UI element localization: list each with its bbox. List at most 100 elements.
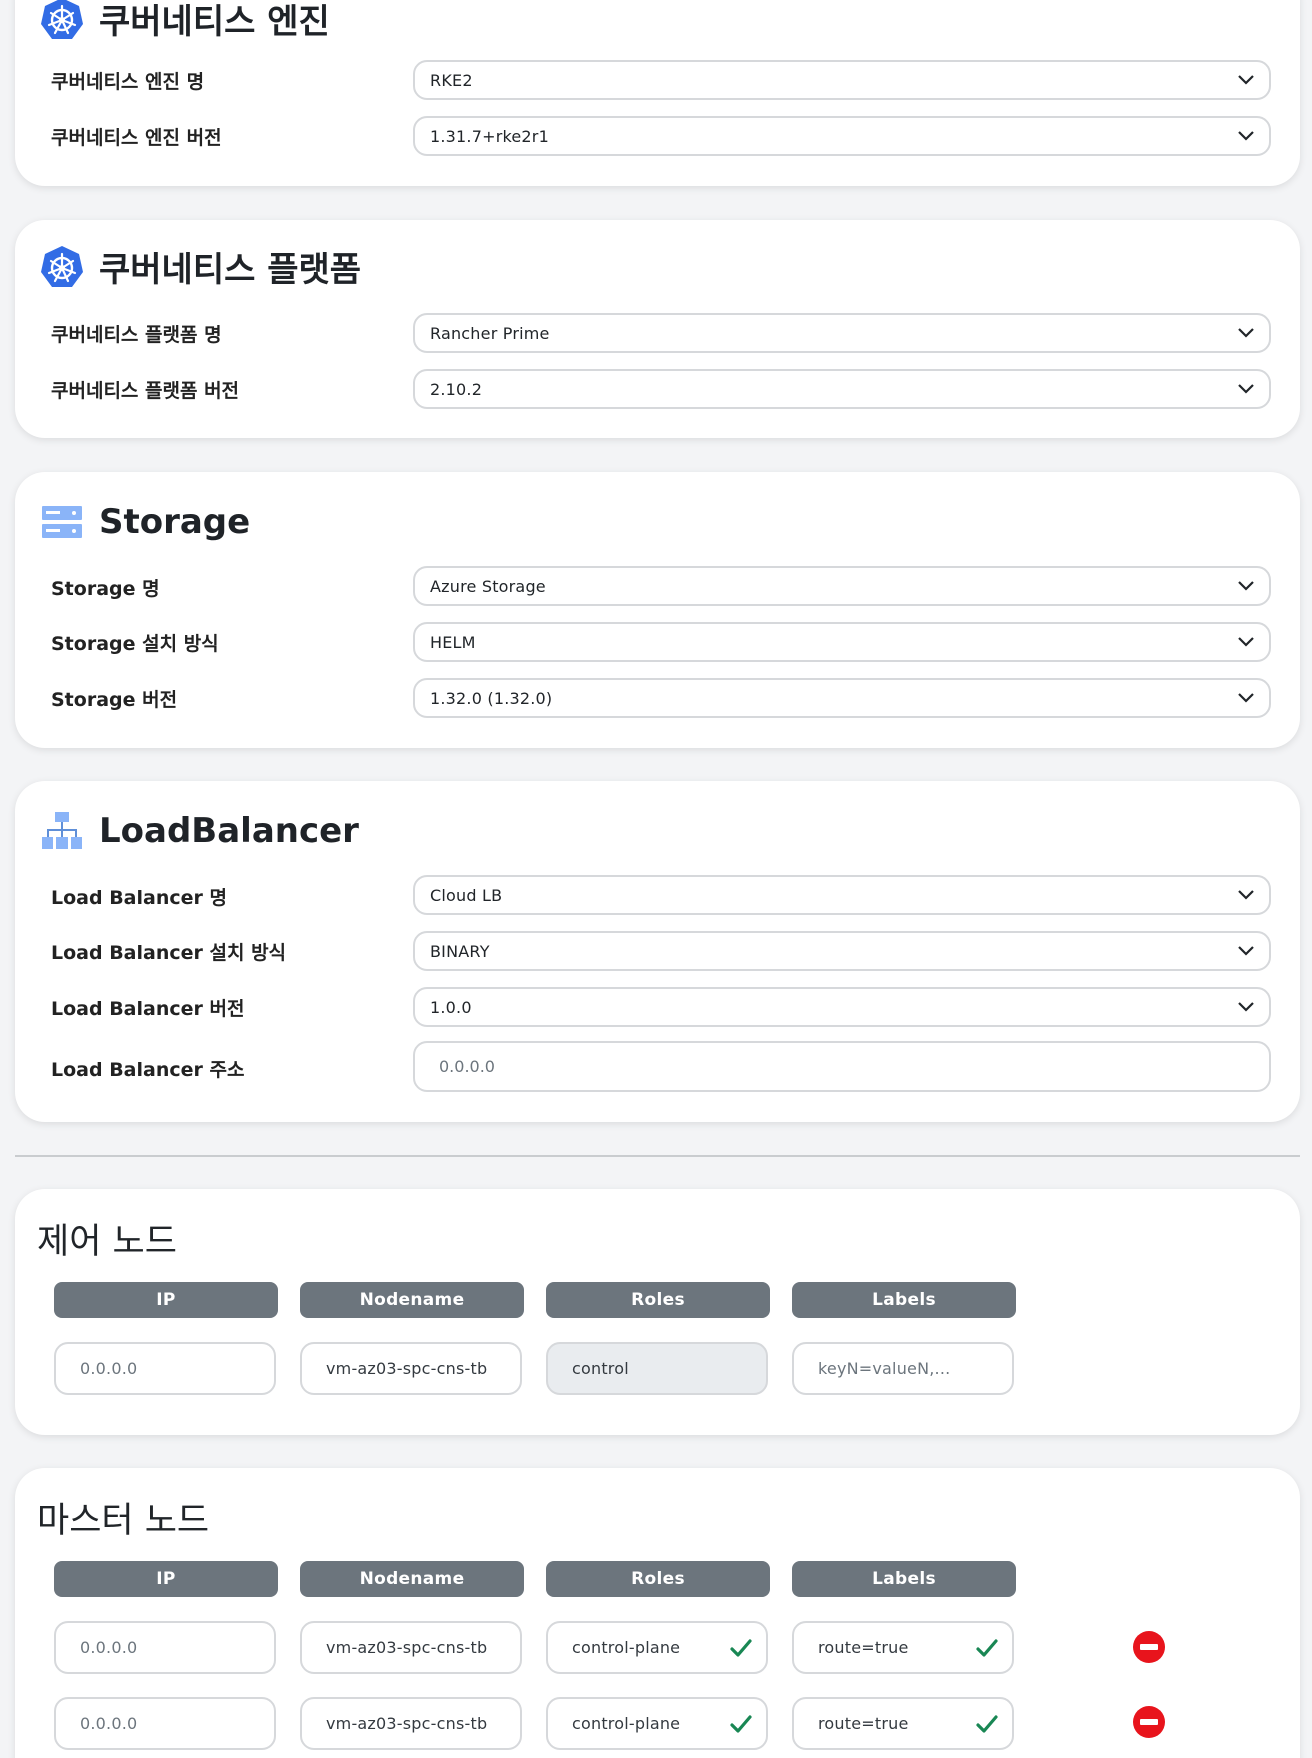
master-node-labels-input[interactable]: route=true [792, 1697, 1014, 1750]
column-header-nodename: Nodename [300, 1282, 524, 1318]
column-header-labels: Labels [792, 1282, 1016, 1318]
lb-name-label: Load Balancer 명 [51, 887, 227, 909]
kube-platform-version-select[interactable]: 2.10.2 [413, 369, 1271, 409]
master-node-nodename-value: vm-az03-spc-cns-tb [326, 1714, 488, 1733]
control-node-roles-value: control [572, 1359, 629, 1378]
storage-server-icon [38, 498, 86, 546]
chevron-down-icon [1238, 890, 1254, 900]
storage-version-label: Storage 버전 [51, 689, 178, 711]
kube-engine-name-label: 쿠버네티스 엔진 명 [51, 71, 205, 93]
master-node-nodename-input[interactable]: vm-az03-spc-cns-tb [300, 1621, 522, 1674]
master-node-roles-value: control-plane [572, 1638, 681, 1657]
chevron-down-icon [1238, 75, 1254, 85]
master-node-ip-input[interactable]: 0.0.0.0 [54, 1697, 276, 1750]
lb-version-label: Load Balancer 버전 [51, 998, 245, 1020]
lb-name-select[interactable]: Cloud LB [413, 875, 1271, 915]
kube-platform-name-value: Rancher Prime [430, 323, 550, 343]
load-balancer-header: LoadBalancer [38, 807, 359, 855]
kube-engine-header: 쿠버네티스 엔진 [38, 0, 330, 43]
storage-name-label: Storage 명 [51, 578, 160, 600]
kube-engine-name-value: RKE2 [430, 70, 473, 90]
storage-title: Storage [99, 502, 251, 542]
kube-engine-title: 쿠버네티스 엔진 [99, 2, 330, 42]
control-nodes-card: 제어 노드 IP Nodename Roles Labels 0.0.0.0 v… [15, 1189, 1300, 1435]
master-node-labels-value: route=true [818, 1714, 909, 1733]
kube-platform-header: 쿠버네티스 플랫폼 [38, 242, 361, 291]
remove-row-button[interactable] [1133, 1706, 1165, 1738]
column-header-roles: Roles [546, 1561, 770, 1597]
kube-platform-name-label: 쿠버네티스 플랫폼 명 [51, 324, 222, 346]
checkmark-icon [976, 1639, 998, 1657]
chevron-down-icon [1238, 131, 1254, 141]
master-node-roles-value: control-plane [572, 1714, 681, 1733]
kube-platform-name-select[interactable]: Rancher Prime [413, 313, 1271, 353]
storage-name-select[interactable]: Azure Storage [413, 566, 1271, 606]
storage-name-value: Azure Storage [430, 576, 546, 596]
master-node-labels-value: route=true [818, 1638, 909, 1657]
column-header-ip: IP [54, 1561, 278, 1597]
control-node-labels-placeholder: keyN=valueN,... [818, 1359, 951, 1378]
chevron-down-icon [1238, 693, 1254, 703]
storage-version-value: 1.32.0 (1.32.0) [430, 688, 553, 708]
master-node-nodename-value: vm-az03-spc-cns-tb [326, 1638, 488, 1657]
master-nodes-card: 마스터 노드 IP Nodename Roles Labels 0.0.0.0 … [15, 1468, 1300, 1758]
network-hierarchy-icon [38, 807, 86, 855]
master-nodes-title: 마스터 노드 [37, 1501, 210, 1541]
remove-row-button[interactable] [1133, 1631, 1165, 1663]
control-node-ip-placeholder: 0.0.0.0 [80, 1359, 138, 1378]
chevron-down-icon [1238, 637, 1254, 647]
storage-header: Storage [38, 498, 250, 546]
storage-install-label: Storage 설치 방식 [51, 633, 219, 655]
chevron-down-icon [1238, 581, 1254, 591]
lb-install-select[interactable]: BINARY [413, 931, 1271, 971]
lb-version-select[interactable]: 1.0.0 [413, 987, 1271, 1027]
master-node-ip-placeholder: 0.0.0.0 [80, 1638, 138, 1657]
control-nodes-title: 제어 노드 [37, 1222, 177, 1262]
control-node-ip-input[interactable]: 0.0.0.0 [54, 1342, 276, 1395]
master-node-labels-input[interactable]: route=true [792, 1621, 1014, 1674]
kube-platform-card: 쿠버네티스 플랫폼 쿠버네티스 플랫폼 명 Rancher Prime 쿠버네티… [15, 220, 1300, 438]
storage-install-value: HELM [430, 632, 476, 652]
kube-platform-version-value: 2.10.2 [430, 379, 483, 399]
lb-name-value: Cloud LB [430, 885, 503, 905]
kube-platform-version-label: 쿠버네티스 플랫폼 버전 [51, 380, 240, 402]
kube-platform-title: 쿠버네티스 플랫폼 [99, 250, 362, 290]
kube-engine-card: 쿠버네티스 엔진 쿠버네티스 엔진 명 RKE2 쿠버네티스 엔진 버전 1.3… [15, 0, 1300, 186]
kube-engine-name-select[interactable]: RKE2 [413, 60, 1271, 100]
kube-engine-version-select[interactable]: 1.31.7+rke2r1 [413, 116, 1271, 156]
column-header-ip: IP [54, 1282, 278, 1318]
load-balancer-card: LoadBalancer Load Balancer 명 Cloud LB Lo… [15, 781, 1300, 1122]
minus-icon [1140, 1719, 1158, 1725]
chevron-down-icon [1238, 1002, 1254, 1012]
master-node-roles-input[interactable]: control-plane [546, 1621, 768, 1674]
kubernetes-icon [38, 0, 86, 43]
master-node-roles-input[interactable]: control-plane [546, 1697, 768, 1750]
column-header-labels: Labels [792, 1561, 1016, 1597]
kube-engine-version-value: 1.31.7+rke2r1 [430, 126, 549, 146]
control-node-nodename-value: vm-az03-spc-cns-tb [326, 1359, 488, 1378]
checkmark-icon [730, 1639, 752, 1657]
page: 쿠버네티스 엔진 쿠버네티스 엔진 명 RKE2 쿠버네티스 엔진 버전 1.3… [0, 0, 1312, 1758]
master-node-nodename-input[interactable]: vm-az03-spc-cns-tb [300, 1697, 522, 1750]
checkmark-icon [730, 1715, 752, 1733]
storage-version-select[interactable]: 1.32.0 (1.32.0) [413, 678, 1271, 718]
storage-card: Storage Storage 명 Azure Storage Storage … [15, 472, 1300, 748]
control-node-roles-field: control [546, 1342, 768, 1395]
lb-install-value: BINARY [430, 941, 490, 961]
storage-install-select[interactable]: HELM [413, 622, 1271, 662]
control-node-labels-input[interactable]: keyN=valueN,... [792, 1342, 1014, 1395]
load-balancer-title: LoadBalancer [99, 811, 359, 851]
checkmark-icon [976, 1715, 998, 1733]
control-node-nodename-input[interactable]: vm-az03-spc-cns-tb [300, 1342, 522, 1395]
chevron-down-icon [1238, 384, 1254, 394]
lb-address-input[interactable]: 0.0.0.0 [413, 1041, 1271, 1092]
lb-install-label: Load Balancer 설치 방식 [51, 942, 287, 964]
master-node-ip-input[interactable]: 0.0.0.0 [54, 1621, 276, 1674]
lb-version-value: 1.0.0 [430, 997, 472, 1017]
master-node-ip-placeholder: 0.0.0.0 [80, 1714, 138, 1733]
chevron-down-icon [1238, 946, 1254, 956]
lb-address-label: Load Balancer 주소 [51, 1059, 245, 1081]
chevron-down-icon [1238, 328, 1254, 338]
minus-icon [1140, 1644, 1158, 1650]
section-divider [15, 1155, 1300, 1157]
